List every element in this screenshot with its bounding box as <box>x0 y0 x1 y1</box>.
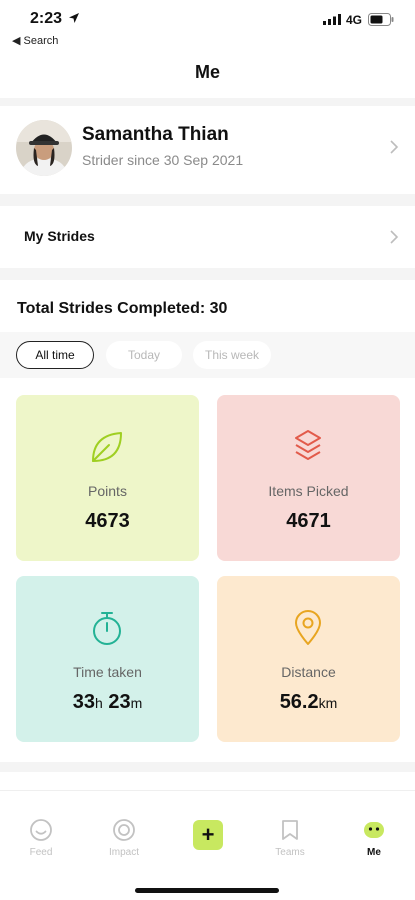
smile-icon <box>30 819 52 841</box>
time-minutes-unit: m <box>130 695 143 711</box>
tab-impact[interactable]: Impact <box>94 817 154 858</box>
tab-feed-label: Feed <box>29 847 53 858</box>
bookmark-icon <box>282 820 298 840</box>
points-card: Points 4673 <box>16 395 199 561</box>
tab-teams[interactable]: Teams <box>260 817 320 858</box>
time-hours-unit: h <box>94 695 103 711</box>
points-label: Points <box>88 483 127 499</box>
distance-number: 56.2 <box>279 691 319 713</box>
tab-impact-label: Impact <box>108 847 139 858</box>
section-divider <box>0 98 415 106</box>
tab-me[interactable]: Me <box>344 817 404 858</box>
tab-feed[interactable]: Feed <box>11 817 71 858</box>
points-value: 4673 <box>85 510 130 532</box>
status-bar: 2:23 ◀ Search 4G <box>0 0 415 52</box>
bottom-tab-bar: Feed Impact + Teams Me <box>0 790 415 900</box>
filter-this-week[interactable]: This week <box>193 341 271 369</box>
chevron-right-icon <box>390 140 399 154</box>
battery-icon <box>368 13 394 26</box>
items-picked-value: 4671 <box>286 510 331 532</box>
distance-label: Distance <box>281 664 336 680</box>
distance-value: 56.2km <box>217 691 400 714</box>
tab-me-label: Me <box>367 847 381 858</box>
profile-row[interactable]: Samantha Thian Strider since 30 Sep 2021 <box>0 110 415 192</box>
section-divider <box>0 268 415 280</box>
layers-icon <box>295 430 321 460</box>
items-picked-card: Items Picked 4671 <box>217 395 400 561</box>
time-taken-card: Time taken 33h 23m <box>16 576 199 742</box>
my-strides-row[interactable]: My Strides <box>0 208 415 266</box>
back-to-search-link[interactable]: ◀ Search <box>12 34 58 47</box>
time-hours: 33 <box>72 691 95 713</box>
network-type: 4G <box>346 13 363 27</box>
avatar <box>16 120 72 176</box>
time-taken-label: Time taken <box>73 664 142 680</box>
home-indicator <box>135 888 279 893</box>
status-time: 2:23 <box>30 10 63 27</box>
location-arrow-icon <box>69 13 79 23</box>
profile-name: Samantha Thian <box>82 124 229 145</box>
distance-unit: km <box>318 695 338 711</box>
time-minutes: 23 <box>108 691 131 713</box>
time-filter-bar: All time Today This week <box>0 332 415 378</box>
page-title: Me <box>194 62 220 82</box>
section-divider <box>0 762 415 772</box>
profile-subtitle: Strider since 30 Sep 2021 <box>82 152 244 168</box>
items-picked-label: Items Picked <box>268 483 349 499</box>
signal-icon <box>323 14 341 25</box>
tab-teams-label: Teams <box>275 847 305 858</box>
my-strides-label: My Strides <box>24 228 95 244</box>
filter-today[interactable]: Today <box>106 341 182 369</box>
leaf-icon <box>92 432 122 462</box>
target-icon <box>113 819 135 841</box>
map-pin-icon <box>295 610 321 645</box>
time-taken-value: 33h 23m <box>16 691 199 714</box>
mascot-icon <box>364 822 384 838</box>
filter-all-time[interactable]: All time <box>16 341 94 369</box>
distance-card: Distance 56.2km <box>217 576 400 742</box>
total-strides-heading: Total Strides Completed: 30 <box>17 300 228 317</box>
section-divider <box>0 194 415 206</box>
stopwatch-icon <box>93 612 121 645</box>
plus-icon: + <box>193 820 223 850</box>
add-stride-button[interactable]: + <box>178 820 238 850</box>
chevron-right-icon <box>390 230 399 244</box>
